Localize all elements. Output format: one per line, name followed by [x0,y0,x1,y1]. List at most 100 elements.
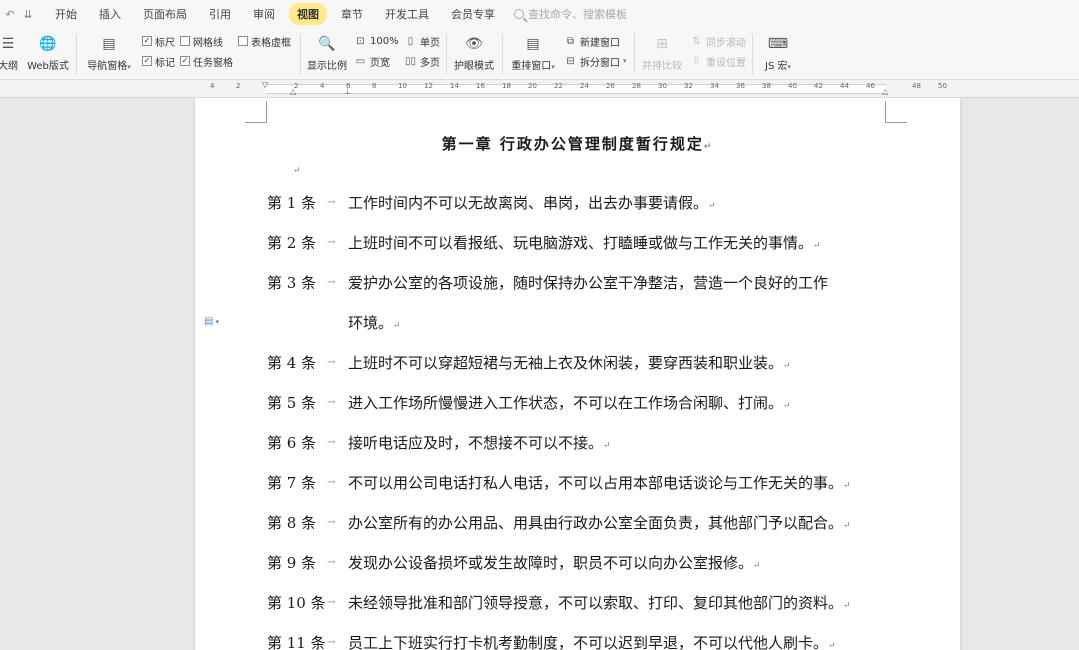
arrange-windows-icon: ▤ [526,36,540,52]
tab-mark: → [327,597,336,608]
tab-developer[interactable]: 开发工具 [377,3,437,25]
margin-corner-mark [245,101,267,123]
clause-number: 第 8 条 [267,514,317,532]
one-page-button[interactable]: ▯ 单页 [404,34,440,49]
clause-text: 发现办公设备损坏或发生故障时，职员不可以向办公室报修。↵ [348,554,761,572]
globe-icon: 🌐 [39,36,57,52]
web-layout-label: Web版式 [27,61,69,72]
tab-mark: → [327,637,336,648]
sync-scroll-button[interactable]: ⇅ 同步滚动 [690,34,746,49]
ribbon-divider [300,34,301,74]
zoom-icon: 🔍 [318,36,336,52]
ruler-number: 32 [684,82,693,90]
nav-pane-button[interactable]: ▤ 导航窗格▾ [84,34,134,72]
tab-member[interactable]: 会员专享 [443,3,503,25]
zoom-100-button[interactable]: ⊡ 100% [354,34,398,48]
ruler-checkbox[interactable]: ✓ 标尺 [142,34,175,49]
ruler-number: 48 [912,82,921,90]
tab-view[interactable]: 视图 [289,3,327,25]
new-window-button[interactable]: ⧉ 新建窗口 [564,34,620,49]
ruler-number: 26 [606,82,615,90]
menu-bar: ↶ ⇊ 开始 插入 页面布局 引用 审阅 视图 章节 开发工具 会员专享 查找命… [0,0,1079,28]
nav-pane-label: 导航窗格▾ [87,61,131,72]
left-indent-marker[interactable]: △ [290,87,296,96]
right-indent-marker[interactable]: △ [882,87,888,96]
clause-number: 第 6 条 [267,434,317,452]
ruler-number: 40 [788,82,797,90]
ruler-number: 34 [710,82,719,90]
page-width-icon: ▭ [355,55,366,67]
ruler-number: 30 [658,82,667,90]
quick-access-toolbar: ↶ ⇊ [0,8,34,21]
arrange-windows-button[interactable]: ▤ 重排窗口▾ [508,34,558,72]
table-dashed-checkbox[interactable]: 表格虚框 [238,34,291,49]
ruler-number: 42 [814,82,823,90]
eye-mode-label: 护眼模式 [454,61,494,72]
clause-number: 第 2 条 [267,234,317,252]
ruler-number: 36 [736,82,745,90]
new-window-label: 新建窗口 [580,37,620,49]
ribbon-divider [502,34,503,74]
tab-page-layout[interactable]: 页面布局 [135,3,195,25]
paragraph-mark: ↵ [293,166,301,176]
markup-checkbox[interactable]: ✓ 标记 [142,54,175,69]
page-width-button[interactable]: ▭ 页宽 [354,54,390,69]
split-window-label: 拆分窗口 [580,57,620,69]
multi-page-icon: ▯▯ [404,55,416,67]
zoom-100-icon: ⊡ [356,35,365,47]
arrange-windows-label: 重排窗口▾ [511,61,555,72]
tab-insert[interactable]: 插入 [91,3,129,25]
ribbon-divider [446,34,447,74]
paragraph-layout-icon[interactable]: ▤ ▾ [204,316,219,327]
web-layout-button[interactable]: 🌐 Web版式 [26,34,70,72]
margin-corner-mark [885,101,907,123]
zoom-label: 显示比例 [307,61,347,72]
tab-chapter[interactable]: 章节 [333,3,371,25]
reset-position-icon: ⇳ [692,55,701,67]
js-macro-button[interactable]: ⌨ JS 宏▾ [758,34,798,72]
outline-icon: ☰ [1,36,15,52]
document-canvas[interactable]: 第一章 行政办公管理制度暂行规定↵ ↵ 第 1 条 → 工作时间内不可以无故离岗、串… [0,98,1079,650]
clause-text: 接听电话应及时，不想接不可以不接。↵ [348,434,611,452]
zoom-button[interactable]: 🔍 显示比例 [306,34,348,72]
horizontal-ruler[interactable]: 4 2 2 4 6 8 10 12 14 16 18 20 22 24 26 28 30 32 34 36 38 40 42… [0,80,1079,98]
task-pane-checkbox[interactable]: ✓ 任务窗格 [180,54,233,69]
outline-button[interactable]: ☰ 大纲 [0,34,20,72]
first-line-indent-marker[interactable]: ▽ [262,80,268,89]
command-search[interactable]: 查找命令、搜索模板 [514,6,627,22]
gridlines-label: 网格线 [193,37,223,49]
clause-number: 第 9 条 [267,554,317,572]
one-page-icon: ▯ [407,35,414,47]
new-window-icon: ⧉ [566,35,575,47]
tab-mark: → [327,237,336,248]
undo-icon[interactable]: ↶ [4,8,16,21]
one-page-label: 单页 [420,37,440,49]
multi-page-button[interactable]: ▯▯ 多页 [404,54,440,69]
clause-number: 第 11 条 [267,634,326,650]
tab-review[interactable]: 审阅 [245,3,283,25]
tab-home[interactable]: 开始 [47,3,85,25]
gridlines-checkbox[interactable]: 网格线 [180,34,223,49]
eye-mode-button[interactable]: 👁 护眼模式 [452,34,496,72]
ribbon-divider [752,34,753,74]
split-window-button[interactable]: ⊟ 拆分窗口 ▾ [564,54,626,69]
document-page[interactable]: 第一章 行政办公管理制度暂行规定↵ ↵ 第 1 条 → 工作时间内不可以无故离岗、串… [195,98,960,650]
markup-label: 标记 [155,57,175,69]
clause-number: 第 4 条 [267,354,317,372]
ruler-number: 10 [398,82,407,90]
tab-mark: → [327,197,336,208]
tab-references[interactable]: 引用 [201,3,239,25]
clause-text: 未经领导批准和部门领导授意，不可以索取、打印、复印其他部门的资料。↵ [348,594,851,612]
ruler-number: 18 [502,82,511,90]
reset-position-button[interactable]: ⇳ 重设位置 [690,54,746,69]
side-by-side-icon: ⊞ [656,36,668,52]
checkbox-checked: ✓ [142,56,152,66]
side-by-side-button[interactable]: ⊞ 并排比较 [640,34,684,72]
customize-toolbar-icon[interactable]: ⇊ [22,8,34,21]
ruler-number: 24 [580,82,589,90]
ruler-number: 22 [554,82,563,90]
clause-number: 第 7 条 [267,474,317,492]
tab-stop-marker[interactable]: ⊥ [344,87,351,96]
ruler-number: 38 [762,82,771,90]
task-pane-label: 任务窗格 [193,57,233,69]
